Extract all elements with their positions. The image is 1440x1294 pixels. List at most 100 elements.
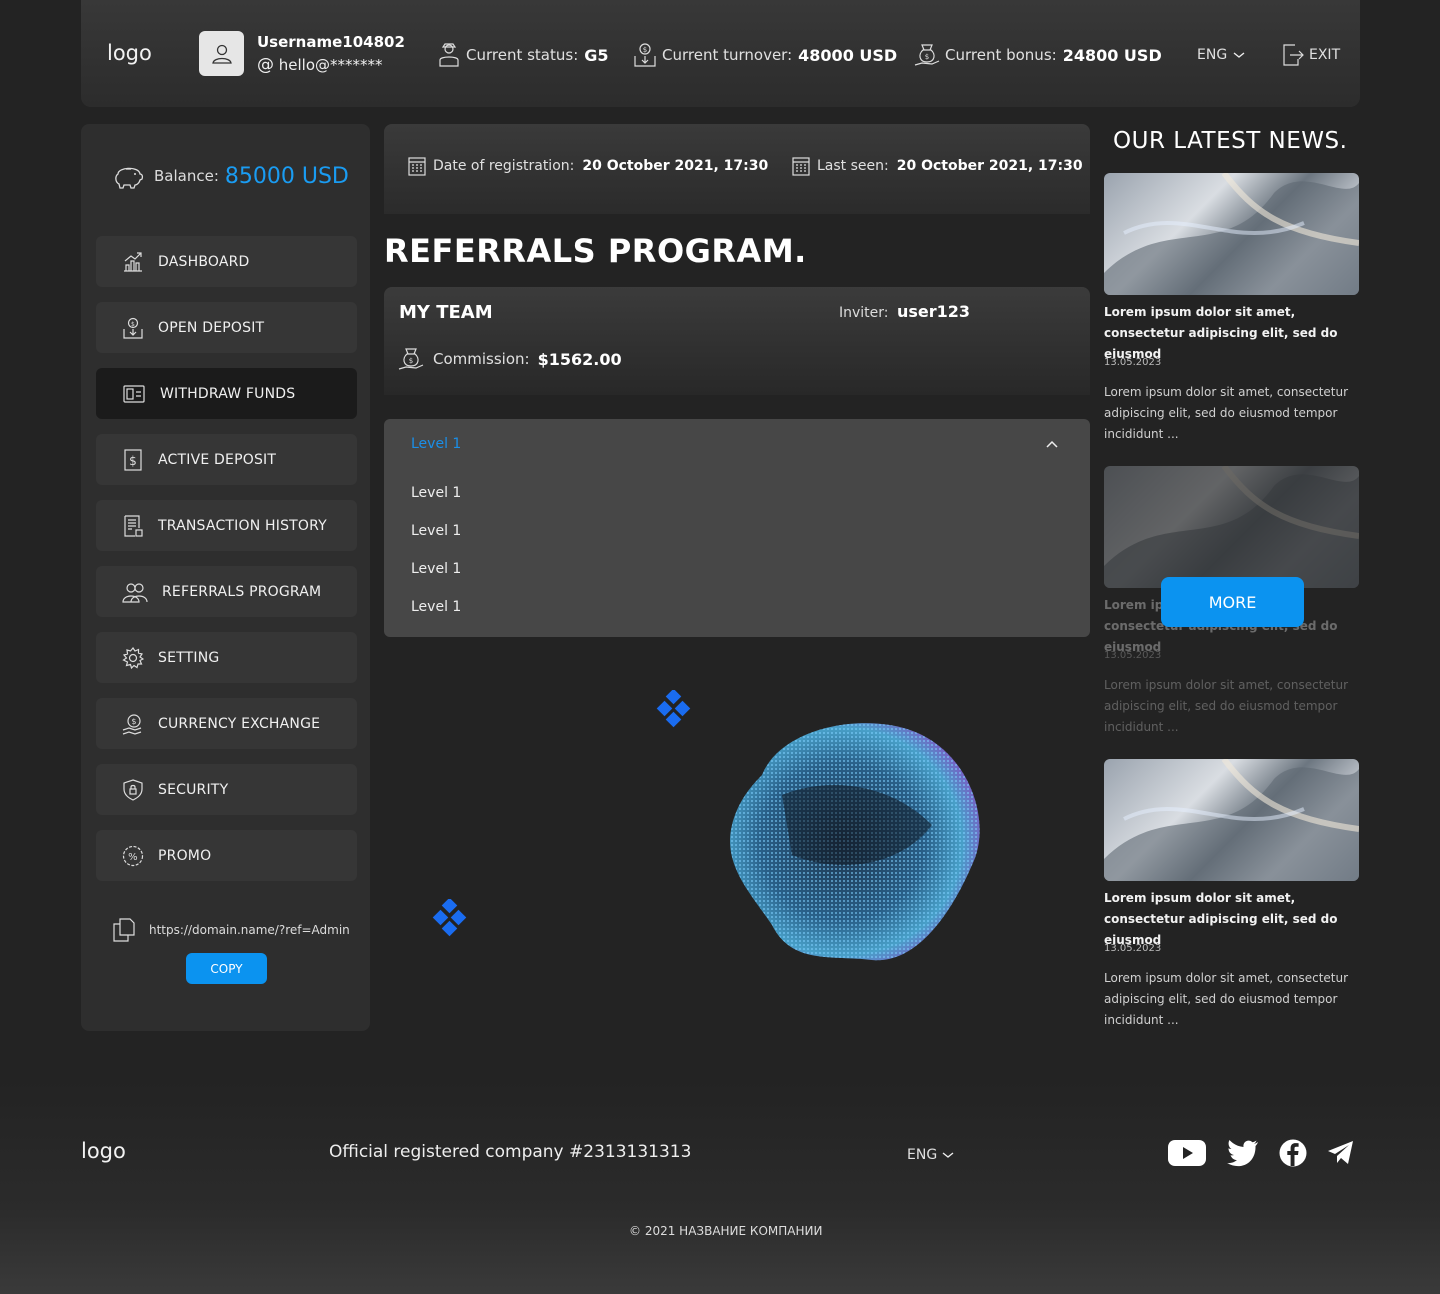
abstract-blob-illustration: [730, 723, 980, 961]
sidebar-item-referrals-program[interactable]: REFERRALS PROGRAM: [96, 566, 357, 617]
sidebar-item-label: DASHBOARD: [158, 253, 250, 270]
diamond-decoration-icon: [656, 690, 691, 728]
sidebar-item-label: ACTIVE DEPOSIT: [158, 451, 277, 468]
sidebar-item-currency-exchange[interactable]: $ CURRENCY EXCHANGE: [96, 698, 357, 749]
balance-value: 85000 USD: [224, 163, 349, 189]
money-bag-icon: $: [914, 44, 940, 66]
copyright: © 2021 НАЗВАНИЕ КОМПАНИИ: [629, 1224, 823, 1238]
news-image[interactable]: [1104, 173, 1359, 295]
sidebar-item-label: OPEN DEPOSIT: [158, 319, 265, 336]
youtube-icon[interactable]: [1168, 1137, 1206, 1169]
sidebar-item-setting[interactable]: SETTING: [96, 632, 357, 683]
footer-logo[interactable]: logo: [81, 1139, 126, 1163]
sidebar-item-security[interactable]: SECURITY: [96, 764, 357, 815]
wallet-icon: [123, 384, 145, 403]
dropdown-selected[interactable]: Level 1: [411, 436, 461, 452]
username: Username104802: [257, 33, 405, 51]
dropdown-option[interactable]: Level 1: [411, 599, 461, 615]
status-value: G5: [584, 45, 609, 65]
logout-icon: [1283, 44, 1304, 66]
sidebar-item-transaction-history[interactable]: TRANSACTION HISTORY: [96, 500, 357, 551]
chart-icon: [124, 251, 142, 272]
user-email: @ hello@*******: [257, 55, 383, 75]
sidebar-item-active-deposit[interactable]: $ ACTIVE DEPOSIT: [96, 434, 357, 485]
news-headline[interactable]: Lorem ipsum dolor sit amet, consectetur …: [1104, 888, 1359, 951]
news-body: Lorem ipsum dolor sit amet, consectetur …: [1104, 678, 1349, 734]
chevron-up-icon[interactable]: [1045, 438, 1059, 450]
calendar-icon: [792, 157, 810, 176]
level-dropdown[interactable]: [384, 419, 1090, 637]
percent-icon: %: [122, 845, 144, 866]
twitter-icon[interactable]: [1224, 1137, 1262, 1169]
referral-link: https://domain.name/?ref=Admin: [113, 918, 350, 942]
sidebar-item-dashboard[interactable]: DASHBOARD: [96, 236, 357, 287]
status-icon: [439, 43, 459, 67]
dollar-icon: $: [124, 448, 142, 471]
turnover-value: 48000 USD: [798, 45, 898, 65]
balance: Balance: 85000 USD: [112, 160, 349, 192]
sidebar-item-open-deposit[interactable]: $ OPEN DEPOSIT: [96, 302, 357, 353]
sidebar-item-label: CURRENCY EXCHANGE: [158, 715, 321, 732]
current-status: Current status: G5: [437, 42, 609, 68]
telegram-icon[interactable]: [1322, 1137, 1360, 1169]
abstract-art-image: [1104, 466, 1359, 588]
sidebar-item-withdraw-funds[interactable]: WITHDRAW FUNDS: [96, 368, 357, 419]
copy-icon[interactable]: [113, 918, 135, 942]
dropdown-option[interactable]: Level 1: [411, 523, 461, 539]
exit-button[interactable]: EXIT: [1282, 42, 1340, 68]
language-value: ENG: [1197, 47, 1228, 63]
chevron-down-icon: [942, 1152, 954, 1158]
dropdown-option[interactable]: Level 1: [411, 561, 461, 577]
commission: $ Commission: $1562.00: [398, 346, 622, 372]
piggy-bank-icon: [115, 167, 144, 189]
news-date: 13.05.2023: [1104, 357, 1162, 368]
avatar[interactable]: [199, 31, 244, 76]
news-body: Lorem ipsum dolor sit amet, consectetur …: [1104, 971, 1349, 1027]
svg-text:$: $: [129, 454, 137, 468]
last-seen: Last seen: 20 October 2021, 17:30: [792, 156, 1083, 176]
page-title: REFERRALS PROGRAM.: [384, 232, 807, 270]
copy-button[interactable]: COPY: [186, 953, 267, 984]
svg-text:$: $: [925, 53, 929, 61]
shield-icon: [123, 778, 143, 801]
user-icon: [211, 44, 232, 64]
news-date: 13.05.2023: [1104, 650, 1162, 661]
gear-icon: [122, 646, 144, 669]
registration-label: Date of registration:: [433, 158, 575, 174]
last-seen-label: Last seen:: [817, 158, 889, 174]
sidebar-item-label: REFERRALS PROGRAM: [162, 583, 322, 600]
turnover-label: Current turnover:: [662, 46, 793, 64]
inviter-value: user123: [896, 302, 971, 321]
dropdown-option[interactable]: Level 1: [411, 485, 461, 501]
company-registration: Official registered company #2313131313: [329, 1142, 692, 1162]
commission-label: Commission:: [433, 350, 530, 368]
news-image[interactable]: [1104, 759, 1359, 881]
abstract-art-image: [1104, 759, 1359, 881]
footer-language-selector[interactable]: ENG: [907, 1142, 960, 1168]
facebook-icon[interactable]: [1274, 1137, 1312, 1169]
current-turnover: $ Current turnover: 48000 USD: [633, 42, 897, 68]
diamond-decoration-icon: [432, 899, 467, 937]
balance-label: Balance:: [154, 167, 219, 185]
footer: [0, 1080, 1440, 1294]
email-value: hello@*******: [278, 56, 383, 74]
sidebar-item-promo[interactable]: % PROMO: [96, 830, 357, 881]
svg-text:$: $: [643, 46, 647, 54]
news-image[interactable]: [1104, 466, 1359, 588]
sidebar-item-label: WITHDRAW FUNDS: [160, 385, 296, 402]
sidebar-item-label: PROMO: [158, 847, 212, 864]
language-value: ENG: [907, 1147, 938, 1163]
chevron-down-icon: [1233, 52, 1245, 58]
news-headline[interactable]: Lorem ipsum dolor sit amet, consectetur …: [1104, 302, 1359, 365]
more-button[interactable]: MORE: [1161, 577, 1304, 627]
commission-value: $1562.00: [537, 349, 622, 369]
language-selector[interactable]: ENG: [1197, 42, 1251, 68]
svg-text:%: %: [128, 852, 138, 863]
inviter: Inviter: user123: [839, 302, 970, 321]
current-bonus: $ Current bonus: 24800 USD: [914, 42, 1162, 68]
exchange-icon: $: [122, 713, 142, 735]
header-logo[interactable]: logo: [107, 41, 152, 65]
users-icon: [122, 582, 148, 603]
exit-label: EXIT: [1309, 47, 1341, 63]
news-body: Lorem ipsum dolor sit amet, consectetur …: [1104, 385, 1349, 441]
